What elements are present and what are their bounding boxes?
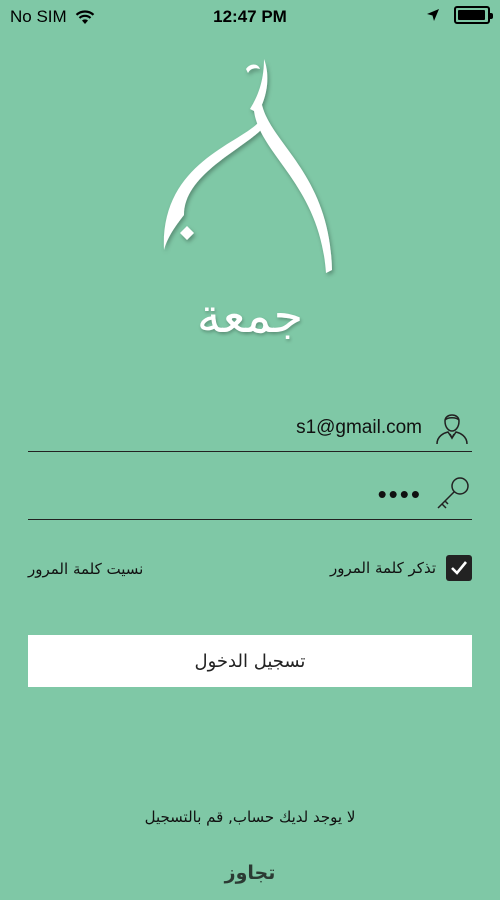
login-options: تذكر كلمة المرور نسيت كلمة المرور (28, 555, 472, 587)
user-icon (436, 414, 468, 445)
key-icon (437, 477, 469, 509)
battery-icon (454, 6, 493, 24)
remember-password-toggle[interactable]: تذكر كلمة المرور (330, 555, 472, 581)
status-right (426, 6, 493, 24)
status-time: 12:47 PM (213, 7, 287, 26)
crescent-dome-logo-icon (163, 59, 332, 273)
email-field-row (28, 406, 472, 452)
register-link[interactable]: لا يوجد لديك حساب, قم بالتسجيل (0, 808, 500, 826)
location-arrow-icon (427, 9, 439, 21)
password-input[interactable] (42, 478, 422, 510)
skip-link[interactable]: تجاوز (0, 862, 500, 884)
checkmark-icon (451, 561, 468, 575)
status-bar: No SIM 12:47 PM (0, 0, 500, 34)
battery-level (458, 10, 485, 20)
remember-checkbox[interactable] (446, 555, 472, 581)
email-input[interactable] (42, 412, 422, 444)
password-field-row (28, 474, 472, 520)
forgot-password-link[interactable]: نسيت كلمة المرور (28, 560, 143, 578)
remember-label: تذكر كلمة المرور (330, 559, 436, 577)
brand-name: جمعة (196, 288, 304, 344)
login-button[interactable]: تسجيل الدخول (28, 635, 472, 687)
